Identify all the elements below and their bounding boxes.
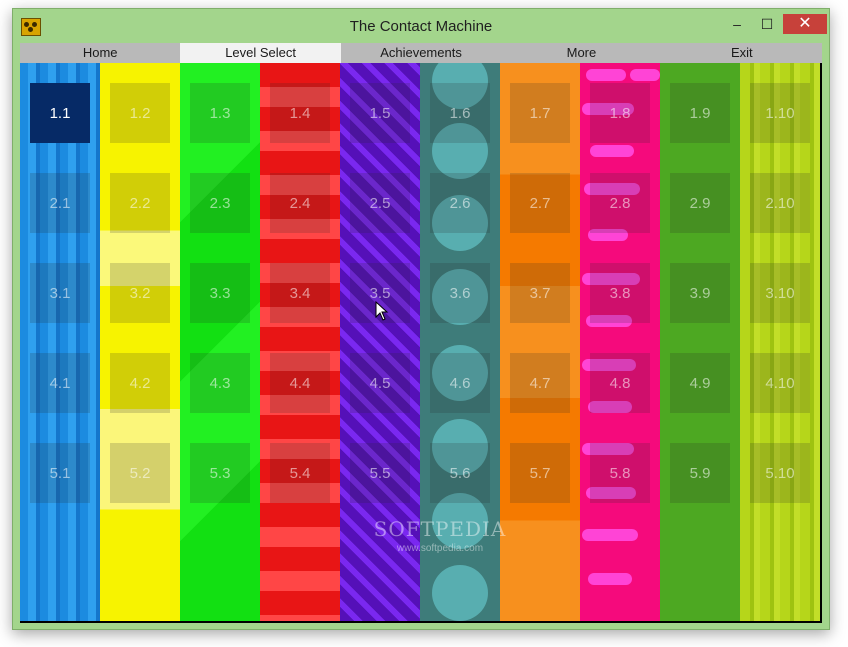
level-tile-2-9[interactable]: 2.9 xyxy=(670,173,730,233)
level-tile-2-4[interactable]: 2.4 xyxy=(270,173,330,233)
level-tile-4-6[interactable]: 4.6 xyxy=(430,353,490,413)
level-tile-3-9[interactable]: 3.9 xyxy=(670,263,730,323)
level-tile-4-4[interactable]: 4.4 xyxy=(270,353,330,413)
level-tile-2-2[interactable]: 2.2 xyxy=(110,173,170,233)
level-tile-4-2[interactable]: 4.2 xyxy=(110,353,170,413)
window-title: The Contact Machine xyxy=(349,18,493,35)
level-tile-4-7[interactable]: 4.7 xyxy=(510,353,570,413)
level-tile-2-5[interactable]: 2.5 xyxy=(350,173,410,233)
softpedia-watermark: SOFTPEDIA www.softpedia.com xyxy=(365,517,515,554)
level-tile-3-6[interactable]: 3.6 xyxy=(430,263,490,323)
game-area: Home Level Select Achievements More Exit… xyxy=(20,43,822,623)
level-tile-4-9[interactable]: 4.9 xyxy=(670,353,730,413)
level-tile-5-7[interactable]: 5.7 xyxy=(510,443,570,503)
level-tile-5-1[interactable]: 5.1 xyxy=(30,443,90,503)
level-tile-4-10[interactable]: 4.10 xyxy=(750,353,810,413)
level-tile-4-5[interactable]: 4.5 xyxy=(350,353,410,413)
level-tile-3-2[interactable]: 3.2 xyxy=(110,263,170,323)
level-tile-2-1[interactable]: 2.1 xyxy=(30,173,90,233)
level-tile-1-10[interactable]: 1.10 xyxy=(750,83,810,143)
level-column-8: 1.8 2.8 3.8 4.8 5.8 xyxy=(580,63,660,621)
level-tile-1-5[interactable]: 1.5 xyxy=(350,83,410,143)
level-tile-3-10[interactable]: 3.10 xyxy=(750,263,810,323)
level-tile-4-8[interactable]: 4.8 xyxy=(590,353,650,413)
maximize-button[interactable]: ☐ xyxy=(753,14,781,34)
level-tile-3-8[interactable]: 3.8 xyxy=(590,263,650,323)
level-column-3: 1.3 2.3 3.3 4.3 5.3 xyxy=(180,63,260,621)
level-column-2: 1.2 2.2 3.2 4.2 5.2 xyxy=(100,63,180,621)
level-tile-2-10[interactable]: 2.10 xyxy=(750,173,810,233)
menu-home[interactable]: Home xyxy=(20,43,180,63)
level-tile-1-3[interactable]: 1.3 xyxy=(190,83,250,143)
mouse-cursor-icon xyxy=(375,301,389,321)
title-bar: The Contact Machine – ☐ ✕ xyxy=(13,9,829,43)
level-tile-3-1[interactable]: 3.1 xyxy=(30,263,90,323)
menu-achievements[interactable]: Achievements xyxy=(341,43,501,63)
level-tile-3-3[interactable]: 3.3 xyxy=(190,263,250,323)
level-tile-5-6[interactable]: 5.6 xyxy=(430,443,490,503)
level-tile-4-3[interactable]: 4.3 xyxy=(190,353,250,413)
level-tile-1-1[interactable]: 1.1 xyxy=(30,83,90,143)
menu-level-select[interactable]: Level Select xyxy=(180,43,341,63)
close-button[interactable]: ✕ xyxy=(783,14,827,34)
menu-bar: Home Level Select Achievements More Exit xyxy=(20,43,822,63)
level-column-4: 1.4 2.4 3.4 4.4 5.4 xyxy=(260,63,340,621)
watermark-title: SOFTPEDIA xyxy=(373,517,507,541)
level-tile-5-9[interactable]: 5.9 xyxy=(670,443,730,503)
level-tile-5-2[interactable]: 5.2 xyxy=(110,443,170,503)
watermark-url: www.softpedia.com xyxy=(396,543,484,554)
level-tile-1-8[interactable]: 1.8 xyxy=(590,83,650,143)
level-tile-5-4[interactable]: 5.4 xyxy=(270,443,330,503)
level-tile-5-5[interactable]: 5.5 xyxy=(350,443,410,503)
level-tile-2-3[interactable]: 2.3 xyxy=(190,173,250,233)
level-tile-1-2[interactable]: 1.2 xyxy=(110,83,170,143)
level-tile-1-7[interactable]: 1.7 xyxy=(510,83,570,143)
minimize-button[interactable]: – xyxy=(723,14,751,34)
level-tile-5-8[interactable]: 5.8 xyxy=(590,443,650,503)
level-tile-1-6[interactable]: 1.6 xyxy=(430,83,490,143)
level-column-9: 1.9 2.9 3.9 4.9 5.9 xyxy=(660,63,740,621)
level-column-10: 1.10 2.10 3.10 4.10 5.10 xyxy=(740,63,820,621)
app-window: The Contact Machine – ☐ ✕ Home Level Sel… xyxy=(12,8,830,630)
level-tile-3-4[interactable]: 3.4 xyxy=(270,263,330,323)
level-column-1: 1.1 2.1 3.1 4.1 5.1 xyxy=(20,63,100,621)
menu-more[interactable]: More xyxy=(501,43,661,63)
level-tile-1-4[interactable]: 1.4 xyxy=(270,83,330,143)
level-tile-1-9[interactable]: 1.9 xyxy=(670,83,730,143)
level-tile-3-7[interactable]: 3.7 xyxy=(510,263,570,323)
level-tile-2-8[interactable]: 2.8 xyxy=(590,173,650,233)
level-tile-5-10[interactable]: 5.10 xyxy=(750,443,810,503)
level-tile-2-7[interactable]: 2.7 xyxy=(510,173,570,233)
level-tile-2-6[interactable]: 2.6 xyxy=(430,173,490,233)
menu-exit[interactable]: Exit xyxy=(662,43,822,63)
level-tile-5-3[interactable]: 5.3 xyxy=(190,443,250,503)
level-tile-4-1[interactable]: 4.1 xyxy=(30,353,90,413)
